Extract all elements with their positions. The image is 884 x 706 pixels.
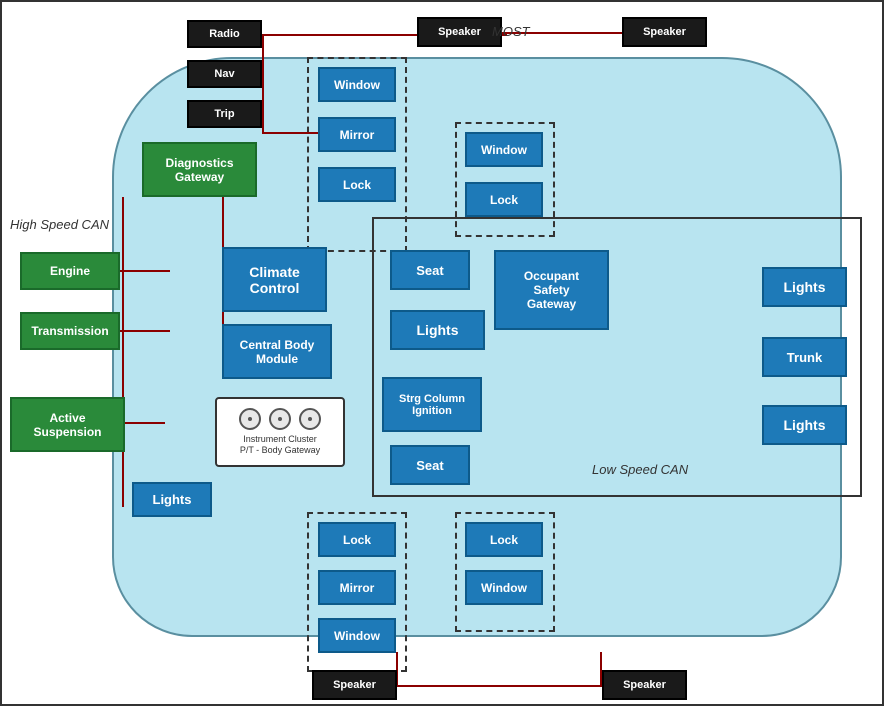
- window-br-box: Window: [465, 570, 543, 605]
- left-vert-main: [122, 197, 124, 507]
- radio-line: [262, 34, 422, 36]
- engine-line: [120, 270, 170, 272]
- lights-mid-box: Lights: [390, 310, 485, 350]
- trunk-box: Trunk: [762, 337, 847, 377]
- suspension-line: [120, 422, 165, 424]
- most-label: MOST: [492, 24, 530, 39]
- diag-horiz: [262, 132, 322, 134]
- lock-br-box: Lock: [465, 522, 543, 557]
- mirror-bl-box: Mirror: [318, 570, 396, 605]
- central-body-module-box: Central Body Module: [222, 324, 332, 379]
- diagram-container: MOST High Speed CAN Low Speed CAN Speake…: [0, 0, 884, 706]
- speaker-top-right: Speaker: [622, 17, 707, 47]
- transmission-line: [120, 330, 170, 332]
- gauge-3: [299, 408, 321, 430]
- low-speed-can-label: Low Speed CAN: [592, 462, 688, 477]
- speaker-top-left: Speaker: [417, 17, 502, 47]
- radio-box: Radio: [187, 20, 262, 48]
- trip-box: Trip: [187, 100, 262, 128]
- gauge-2: [269, 408, 291, 430]
- lock-tl-box: Lock: [318, 167, 396, 202]
- transmission-box: Transmission: [20, 312, 120, 350]
- lock-tr-box: Lock: [465, 182, 543, 217]
- diagnostics-gateway-box: Diagnostics Gateway: [142, 142, 257, 197]
- mirror-tl-box: Mirror: [318, 117, 396, 152]
- seat-bottom-box: Seat: [390, 445, 470, 485]
- speaker-bottom-left: Speaker: [312, 670, 397, 700]
- occupant-safety-gateway-box: Occupant Safety Gateway: [494, 250, 609, 330]
- gauges-row: [239, 408, 321, 430]
- lights-far-top-box: Lights: [762, 267, 847, 307]
- gauge-1: [239, 408, 261, 430]
- window-bl-box: Window: [318, 618, 396, 653]
- instrument-cluster-label: Instrument ClusterP/T - Body Gateway: [240, 434, 320, 456]
- lock-bl-box: Lock: [318, 522, 396, 557]
- instrument-cluster: Instrument ClusterP/T - Body Gateway: [215, 397, 345, 467]
- window-tr-box: Window: [465, 132, 543, 167]
- seat-top-box: Seat: [390, 250, 470, 290]
- bottom-speaker-line: [397, 685, 602, 687]
- engine-box: Engine: [20, 252, 120, 290]
- strg-column-box: Strg Column Ignition: [382, 377, 482, 432]
- lights-far-bottom-box: Lights: [762, 405, 847, 445]
- active-suspension-box: Active Suspension: [10, 397, 125, 452]
- speaker-bottom-right: Speaker: [602, 670, 687, 700]
- left-vertical-line: [262, 34, 264, 134]
- lights-bottom-left: Lights: [132, 482, 212, 517]
- high-speed-can-label: High Speed CAN: [10, 217, 109, 232]
- climate-control-box: Climate Control: [222, 247, 327, 312]
- nav-box: Nav: [187, 60, 262, 88]
- window-tl-box: Window: [318, 67, 396, 102]
